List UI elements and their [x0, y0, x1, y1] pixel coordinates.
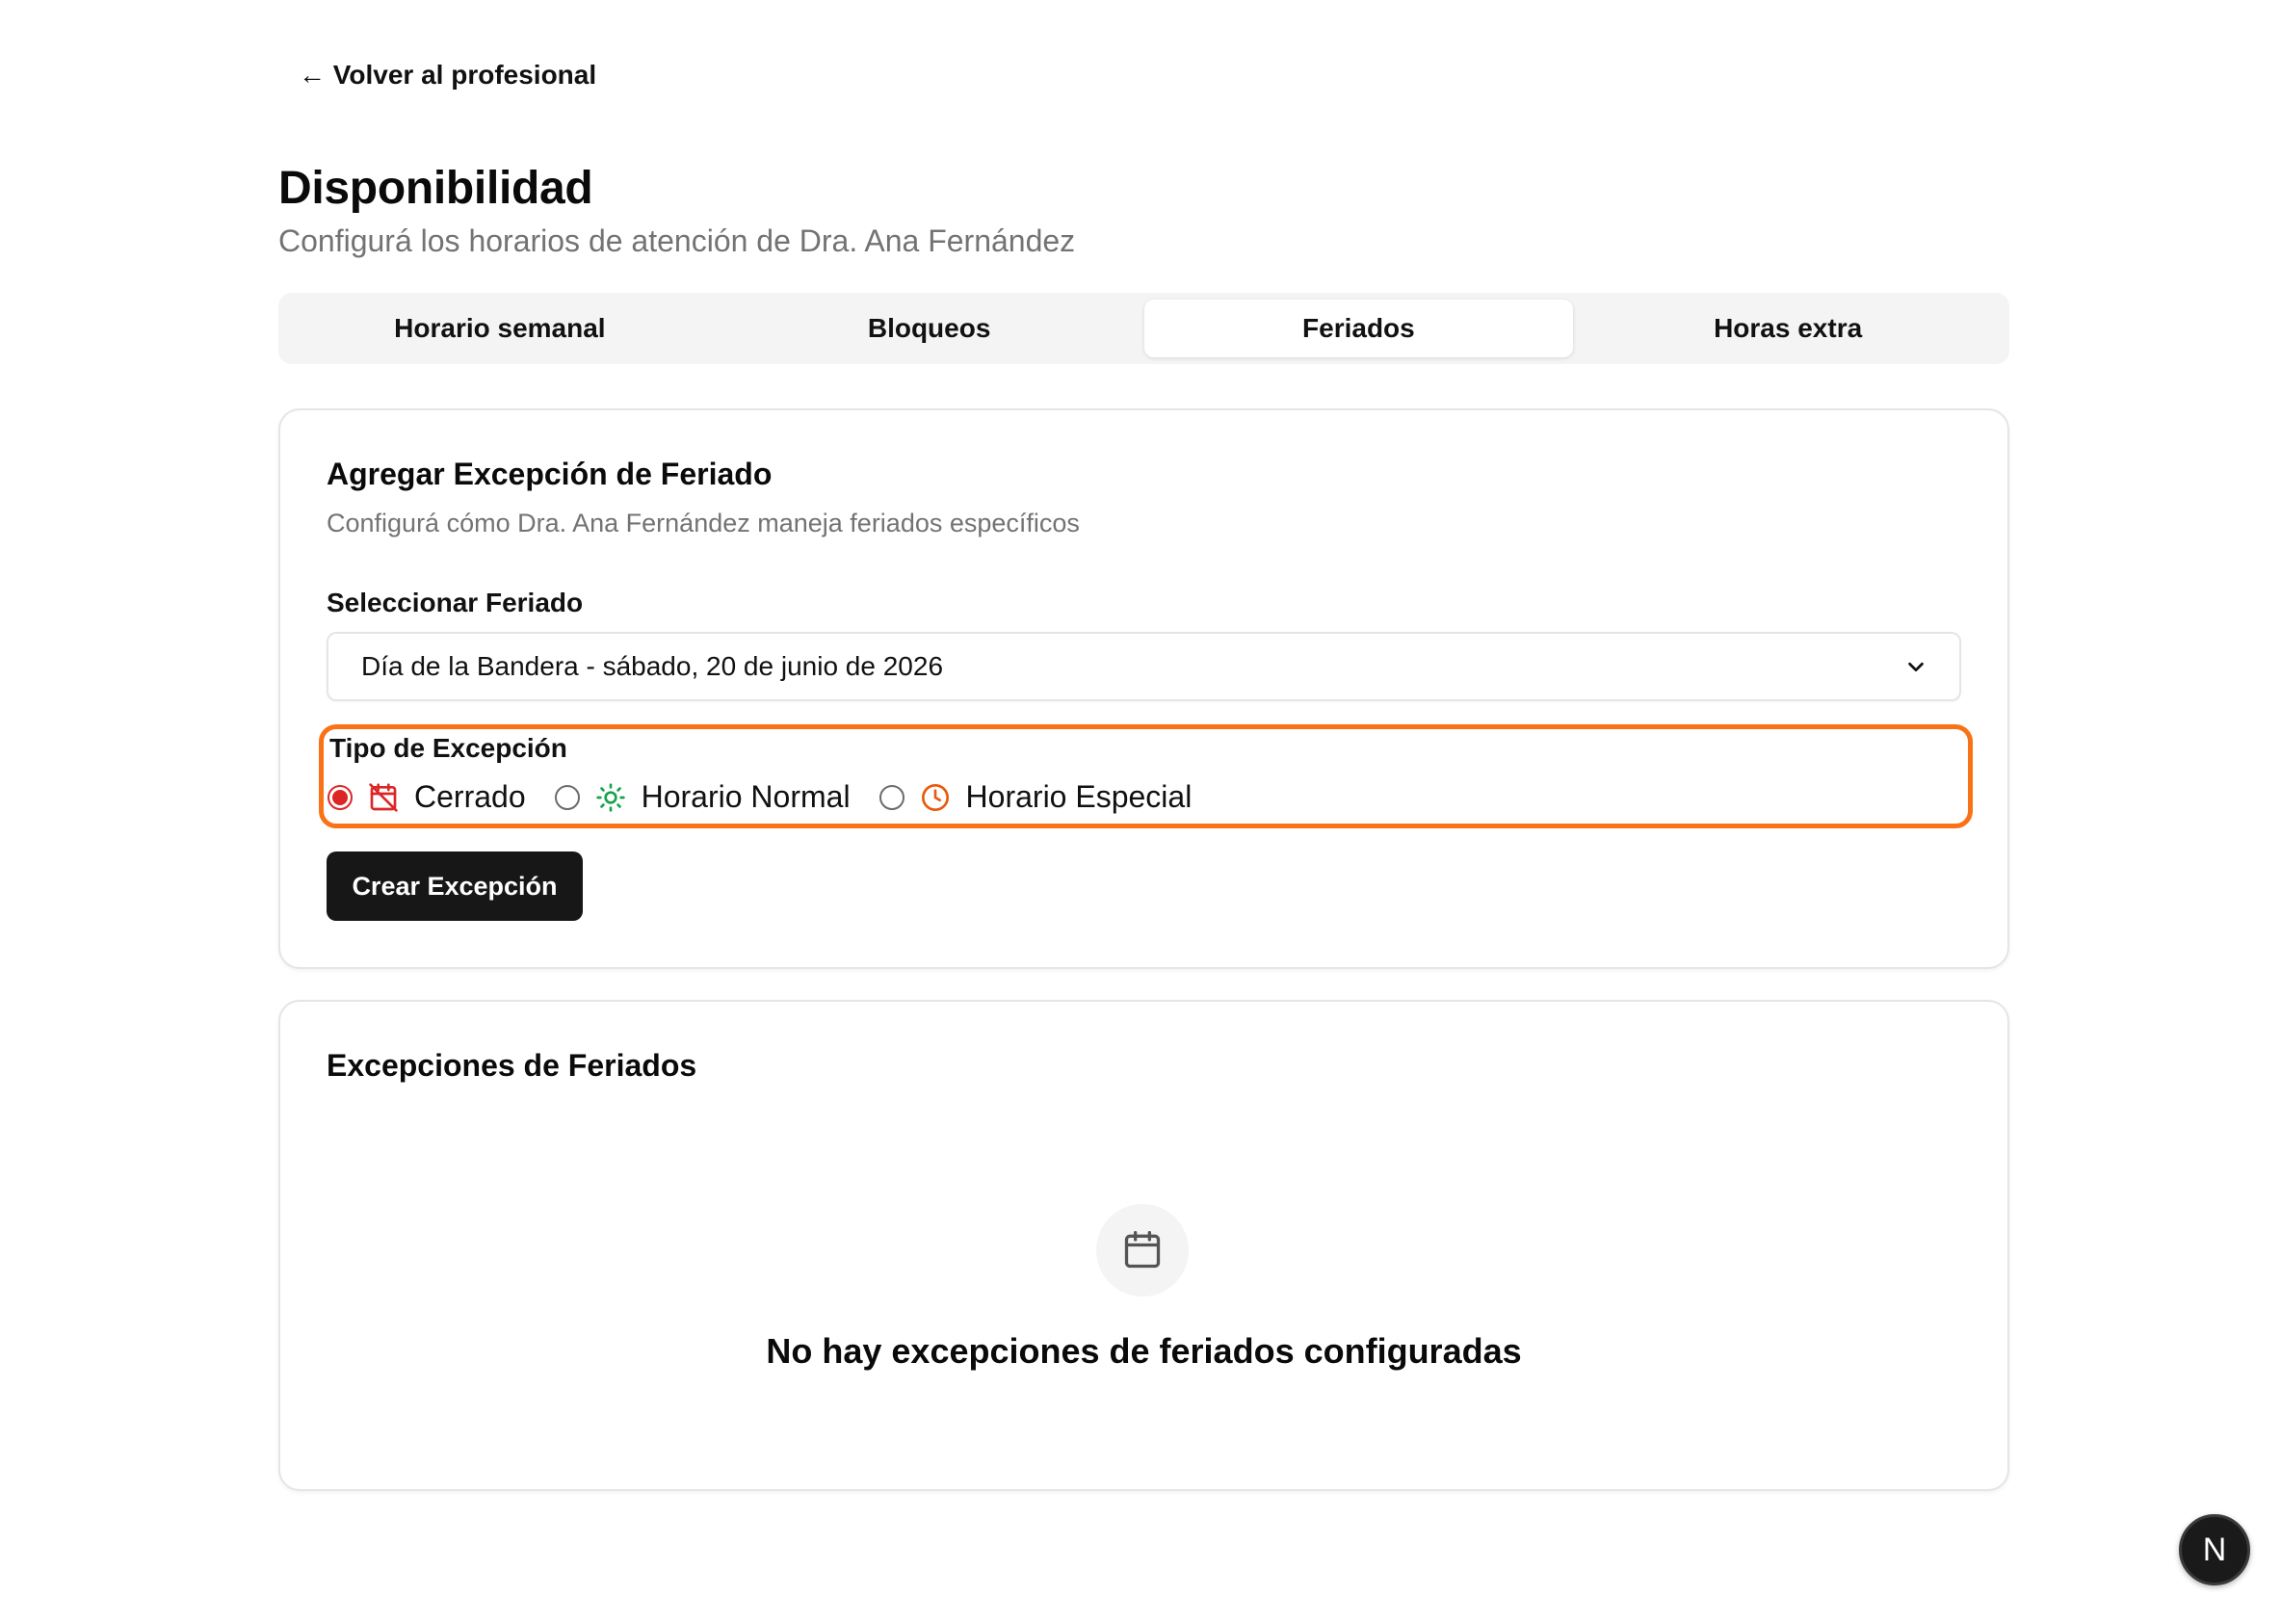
radio-closed[interactable]	[328, 784, 353, 810]
exception-type-group: Tipo de Excepción Cerrado Horario Normal…	[319, 724, 1973, 828]
tab-holidays[interactable]: Feriados	[1143, 300, 1574, 357]
empty-state-icon-wrapper	[1096, 1204, 1189, 1297]
option-normal-hours-label: Horario Normal	[641, 779, 851, 814]
dev-tools-badge[interactable]: N	[2179, 1514, 2250, 1585]
clock-icon	[921, 783, 949, 811]
exception-type-label: Tipo de Excepción	[329, 733, 567, 763]
holiday-exceptions-list-card: Excepciones de Feriados No hay excepcion…	[278, 1000, 2009, 1491]
card-title: Excepciones de Feriados	[327, 1048, 697, 1083]
radio-normal-hours[interactable]	[554, 784, 580, 810]
holiday-select[interactable]: Día de la Bandera - sábado, 20 de junio …	[327, 632, 1961, 701]
card-title: Agregar Excepción de Feriado	[327, 457, 773, 491]
calendar-icon	[1124, 1231, 1161, 1269]
card-description: Configurá cómo Dra. Ana Fernández maneja…	[327, 509, 1080, 537]
tab-weekly-schedule[interactable]: Horario semanal	[285, 300, 715, 357]
holiday-select-value: Día de la Bandera - sábado, 20 de junio …	[361, 651, 944, 681]
page-subtitle: Configurá los horarios de atención de Dr…	[278, 223, 1076, 258]
tab-list: Horario semanal Bloqueos Feriados Horas …	[278, 293, 2009, 364]
create-exception-button[interactable]: Crear Excepción	[327, 851, 583, 921]
exception-type-options: Cerrado Horario Normal Horario Especial	[328, 779, 1220, 815]
chevron-down-icon	[1908, 662, 1924, 672]
add-holiday-exception-card: Agregar Excepción de Feriado Configurá c…	[278, 408, 2009, 969]
calendar-x-icon	[369, 782, 398, 812]
back-to-professional-link[interactable]: ← Volver al profesional	[299, 60, 596, 91]
empty-state-text: No hay excepciones de feriados configura…	[766, 1331, 1522, 1371]
tab-extra-hours[interactable]: Horas extra	[1573, 300, 2003, 357]
tab-blocks[interactable]: Bloqueos	[715, 300, 1144, 357]
option-closed[interactable]: Cerrado	[328, 779, 526, 815]
sun-icon	[595, 782, 625, 812]
option-special-hours[interactable]: Horario Especial	[878, 779, 1193, 815]
page-title: Disponibilidad	[278, 163, 593, 214]
option-normal-hours[interactable]: Horario Normal	[554, 779, 851, 815]
holiday-select-label: Seleccionar Feriado	[327, 588, 584, 617]
option-closed-label: Cerrado	[414, 779, 526, 814]
radio-special-hours[interactable]	[878, 784, 905, 810]
option-special-hours-label: Horario Especial	[965, 779, 1193, 814]
page: ← Volver al profesional Disponibilidad C…	[0, 0, 2281, 1624]
